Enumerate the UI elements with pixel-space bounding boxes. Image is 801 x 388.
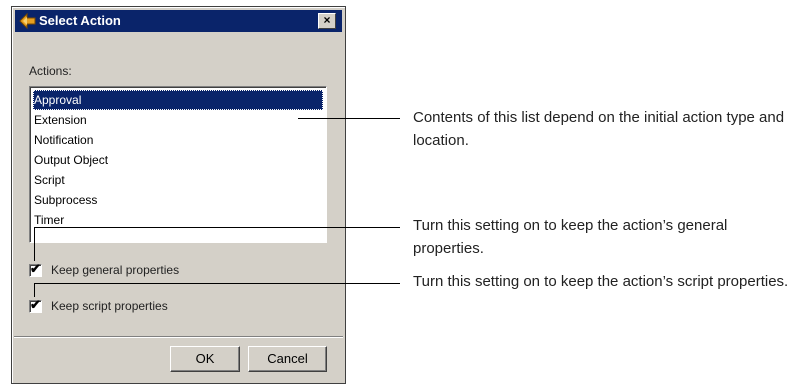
ok-button[interactable]: OK bbox=[170, 346, 240, 372]
title-bar[interactable]: Select Action × bbox=[15, 10, 342, 32]
dialog-title: Select Action bbox=[39, 13, 121, 28]
actions-list[interactable]: Approval Extension Notification Output O… bbox=[29, 86, 327, 243]
button-separator bbox=[14, 336, 343, 338]
list-item-notification[interactable]: Notification bbox=[33, 130, 326, 150]
actions-label: Actions: bbox=[29, 64, 72, 78]
callout-line-general bbox=[34, 227, 400, 228]
select-action-dialog: Select Action × Actions: Approval Extens… bbox=[11, 6, 346, 384]
callout-list-text: Contents of this list depend on the init… bbox=[413, 109, 785, 149]
keep-script-label: Keep script properties bbox=[51, 299, 168, 313]
keep-general-checkbox[interactable]: ✔ bbox=[29, 261, 42, 277]
list-item-approval[interactable]: Approval bbox=[33, 90, 323, 110]
list-item-subprocess[interactable]: Subprocess bbox=[33, 190, 326, 210]
keep-general-label: Keep general properties bbox=[51, 263, 180, 277]
checkmark-icon: ✔ bbox=[30, 297, 41, 312]
callout-vline-script bbox=[34, 283, 35, 297]
callout-vline-general bbox=[34, 227, 35, 261]
app-icon bbox=[19, 13, 36, 29]
callout-script-text: Turn this setting on to keep the action’… bbox=[413, 273, 789, 290]
close-button[interactable]: × bbox=[318, 13, 336, 29]
list-item-script[interactable]: Script bbox=[33, 170, 326, 190]
callout-general-text: Turn this setting on to keep the action’… bbox=[413, 217, 728, 257]
list-item-extension[interactable]: Extension bbox=[33, 110, 326, 130]
callout-line-script bbox=[34, 283, 400, 284]
list-item-output-object[interactable]: Output Object bbox=[33, 150, 326, 170]
callout-line-list bbox=[298, 118, 400, 119]
cancel-button[interactable]: Cancel bbox=[248, 346, 327, 372]
checkmark-icon: ✔ bbox=[30, 261, 41, 276]
keep-script-checkbox[interactable]: ✔ bbox=[29, 297, 42, 313]
